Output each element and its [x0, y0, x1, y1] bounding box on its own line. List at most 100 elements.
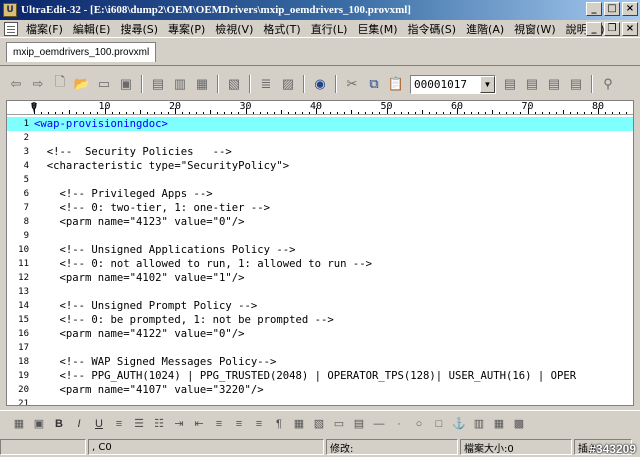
ruler-tick	[478, 112, 480, 114]
menu-column[interactable]: 直行(L)	[306, 21, 353, 37]
ruler-tick	[414, 112, 416, 114]
code-line[interactable]: 21	[7, 397, 633, 405]
code-line[interactable]: 6 <!-- Privileged Apps -->	[7, 187, 633, 201]
code-line[interactable]: 2	[7, 131, 633, 145]
bullet-list-icon[interactable]: ☰	[130, 415, 148, 433]
ultraedit-app-icon[interactable]: U	[3, 3, 17, 17]
align-center-icon[interactable]: ≡	[210, 415, 228, 433]
save-all-icon[interactable]: ▤	[148, 74, 168, 94]
code-line[interactable]: 19 <!-- PPG_AUTH(1024) | PPG_TRUSTED(204…	[7, 369, 633, 383]
underline-icon[interactable]: U	[90, 415, 108, 433]
forward-arrow-icon[interactable]: ⇨	[28, 74, 48, 94]
code-line[interactable]: 12 <parm name="4102" value="1"/>	[7, 271, 633, 285]
code-line[interactable]: 5	[7, 173, 633, 187]
doc-close-button[interactable]: ×	[622, 22, 638, 36]
paragraph-icon[interactable]: ¶	[270, 415, 288, 433]
clipboard-combo[interactable]: 00001017 ▼	[410, 74, 496, 94]
menu-format[interactable]: 格式(T)	[258, 21, 305, 37]
document-icon[interactable]	[4, 21, 18, 36]
find-icon[interactable]: ▤	[500, 74, 520, 94]
save-icon[interactable]: ▣	[116, 74, 136, 94]
code-line[interactable]: 16 <parm name="4122" value="0"/>	[7, 327, 633, 341]
insert-icon[interactable]: ▦	[10, 415, 28, 433]
print-preview-icon[interactable]: ▦	[192, 74, 212, 94]
editor-pane[interactable]: 0 10 20 30 40 50 60 70 80 1 <wap-provisioningdoc>…	[6, 100, 634, 406]
spell-check-icon[interactable]: ▧	[224, 74, 244, 94]
menu-window[interactable]: 視窗(W)	[509, 21, 560, 37]
open-folder-icon[interactable]: 📂	[72, 74, 92, 94]
close-button[interactable]: ×	[622, 2, 638, 16]
anchor-icon[interactable]: ⚓	[450, 415, 468, 433]
circle-icon[interactable]: ○	[410, 415, 428, 433]
print-icon[interactable]: ▥	[170, 74, 190, 94]
line-text: <parm name="4107" value="3220"/>	[34, 384, 264, 396]
chevron-down-icon[interactable]: ▼	[480, 75, 495, 93]
code-line[interactable]: 13	[7, 285, 633, 299]
web-browser-icon[interactable]: ◉	[310, 74, 330, 94]
box-icon[interactable]: □	[430, 415, 448, 433]
minimize-button[interactable]: _	[586, 2, 602, 16]
binoculars-icon[interactable]: ⚲	[598, 74, 618, 94]
code-line[interactable]: 4 <characteristic type="SecurityPolicy">	[7, 159, 633, 173]
close-file-icon[interactable]: ▭	[94, 74, 114, 94]
dot-icon[interactable]: ·	[390, 415, 408, 433]
line-number: 7	[23, 203, 29, 213]
code-line[interactable]: 1 <wap-provisioningdoc>	[7, 117, 633, 131]
html-icon[interactable]: ▣	[30, 415, 48, 433]
code-line[interactable]: 15 <!-- 0: be prompted, 1: not be prompt…	[7, 313, 633, 327]
justify-icon[interactable]: ≡	[250, 415, 268, 433]
code-line[interactable]: 10 <!-- Unsigned Applications Policy -->	[7, 243, 633, 257]
outdent-icon[interactable]: ⇤	[190, 415, 208, 433]
menu-script[interactable]: 指令碼(S)	[402, 21, 461, 37]
table-icon[interactable]: ▦	[290, 415, 308, 433]
image-icon[interactable]: ▧	[310, 415, 328, 433]
doc-minimize-button[interactable]: _	[586, 22, 602, 36]
new-file-icon[interactable]: 🗋	[50, 74, 70, 94]
column-mode-icon[interactable]: ▨	[278, 74, 298, 94]
code-line[interactable]: 11 <!-- 0: not allowed to run, 1: allowe…	[7, 257, 633, 271]
back-arrow-icon[interactable]: ⇦	[6, 74, 26, 94]
code-line[interactable]: 14 <!-- Unsigned Prompt Policy -->	[7, 299, 633, 313]
doc-restore-button[interactable]: ❐	[604, 22, 620, 36]
menu-file[interactable]: 檔案(F)	[21, 21, 68, 37]
menu-search[interactable]: 搜尋(S)	[115, 21, 163, 37]
find-in-files-icon[interactable]: ▤	[544, 74, 564, 94]
hr-icon[interactable]: ―	[370, 415, 388, 433]
frame-icon[interactable]: ▤	[350, 415, 368, 433]
tab-file[interactable]: mxip_oemdrivers_100.provxml	[6, 42, 157, 62]
menu-advanced[interactable]: 進階(A)	[461, 21, 509, 37]
menu-macro[interactable]: 巨集(M)	[352, 21, 402, 37]
code-line[interactable]: 17	[7, 341, 633, 355]
cut-icon[interactable]: ✂	[342, 74, 362, 94]
comment-icon[interactable]: ▦	[490, 415, 508, 433]
menu-view[interactable]: 檢視(V)	[210, 21, 258, 37]
maximize-button[interactable]: □	[604, 2, 620, 16]
word-wrap-icon[interactable]: ≣	[256, 74, 276, 94]
ruler-label: 20	[169, 101, 182, 112]
code-line[interactable]: 8 <parm name="4123" value="0"/>	[7, 215, 633, 229]
italic-icon[interactable]: I	[70, 415, 88, 433]
ruler-tick	[569, 112, 571, 114]
form-icon[interactable]: ▭	[330, 415, 348, 433]
align-right-icon[interactable]: ≡	[230, 415, 248, 433]
code-line[interactable]: 7 <!-- 0: two-tier, 1: one-tier -->	[7, 201, 633, 215]
line-number: 4	[23, 161, 29, 171]
align-left-icon[interactable]: ≡	[110, 415, 128, 433]
bold-icon[interactable]: B	[50, 415, 68, 433]
replace-icon[interactable]: ▤	[522, 74, 542, 94]
menu-edit[interactable]: 編輯(E)	[68, 21, 116, 37]
indent-icon[interactable]: ⇥	[170, 415, 188, 433]
goto-icon[interactable]: ▤	[566, 74, 586, 94]
number-list-icon[interactable]: ☷	[150, 415, 168, 433]
script-icon[interactable]: ▥	[470, 415, 488, 433]
copy-icon[interactable]: ⧉	[364, 74, 384, 94]
menu-project[interactable]: 專案(P)	[163, 21, 210, 37]
ruler-tick	[513, 112, 515, 114]
code-line[interactable]: 20 <parm name="4107" value="3220"/>	[7, 383, 633, 397]
code-line[interactable]: 3 <!-- Security Policies -->	[7, 145, 633, 159]
paste-icon[interactable]: 📋	[386, 74, 406, 94]
code-line[interactable]: 9	[7, 229, 633, 243]
code-line[interactable]: 18 <!-- WAP Signed Messages Policy-->	[7, 355, 633, 369]
grid-icon[interactable]: ▩	[510, 415, 528, 433]
ruler-tick	[90, 112, 92, 114]
